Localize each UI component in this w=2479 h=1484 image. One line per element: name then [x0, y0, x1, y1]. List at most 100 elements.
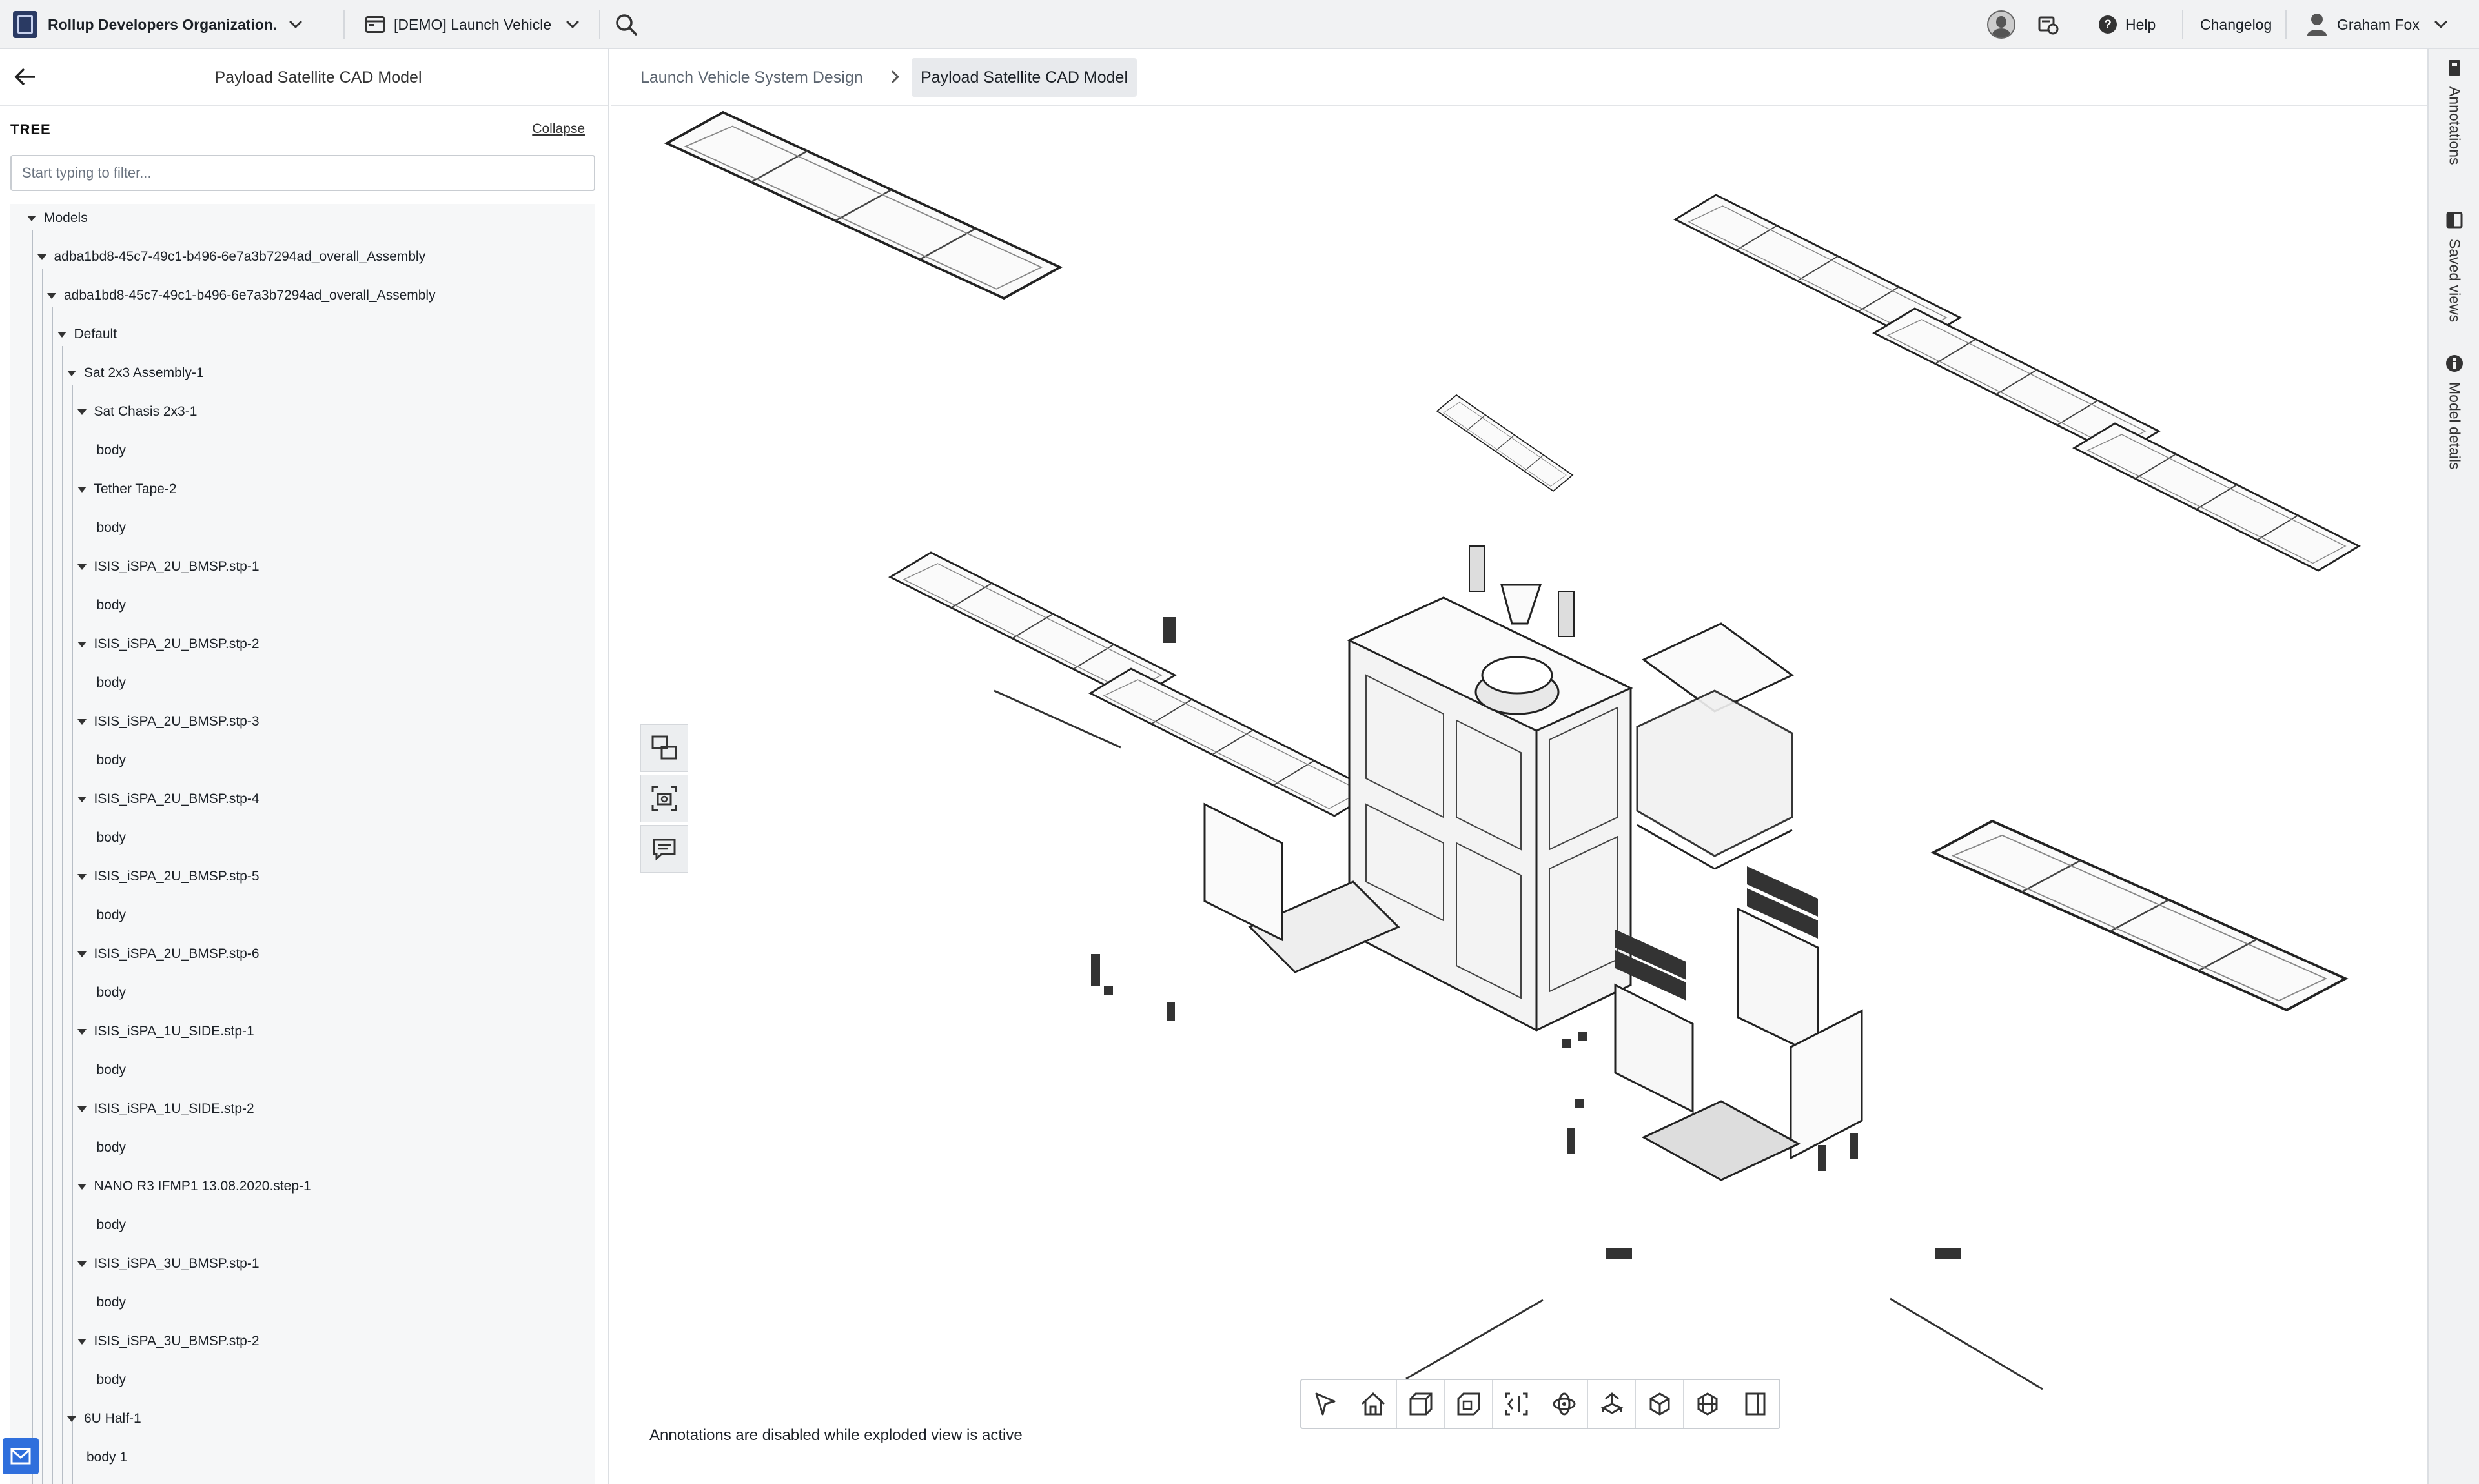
home-view-button[interactable]: [1349, 1380, 1397, 1428]
front-view-button[interactable]: [1397, 1380, 1445, 1428]
iso-view-button[interactable]: [1445, 1380, 1493, 1428]
tree-node-label: body: [96, 1295, 127, 1310]
tree-folder-node[interactable]: Sat 2x3 Assembly-1: [67, 360, 204, 386]
tree-folder-node[interactable]: Models: [27, 205, 88, 231]
caret-down-icon[interactable]: [77, 873, 87, 880]
caret-down-icon[interactable]: [77, 1261, 87, 1267]
collapse-link[interactable]: Collapse: [532, 121, 585, 137]
tree-folder-node[interactable]: ISIS_iSPA_2U_BMSP.stp-2: [77, 631, 260, 657]
camera-button[interactable]: [640, 775, 688, 822]
box-view-button[interactable]: [1636, 1380, 1684, 1428]
chevron-right-icon: [886, 70, 899, 83]
tree-leaf-node[interactable]: body: [97, 1367, 127, 1393]
tree-folder-node[interactable]: ISIS_iSPA_3U_BMSP.stp-1: [77, 1251, 260, 1277]
tree-folder-node[interactable]: adba1bd8-45c7-49c1-b496-6e7a3b7294ad_ove…: [47, 283, 436, 309]
tab-model-details[interactable]: Model details: [2429, 354, 2479, 470]
tree-leaf-node[interactable]: body: [97, 438, 127, 463]
tree-folder-node[interactable]: ISIS_iSPA_2U_BMSP.stp-3: [77, 709, 260, 735]
search-button[interactable]: [615, 0, 638, 49]
section-button[interactable]: [1684, 1380, 1731, 1428]
caret-down-icon[interactable]: [77, 951, 87, 957]
caret-down-icon[interactable]: [77, 1183, 87, 1190]
caret-down-icon[interactable]: [27, 215, 36, 221]
tree-node-label: body: [96, 1217, 127, 1232]
screenshot-compare-button[interactable]: [640, 724, 688, 772]
chevron-down-icon: [2434, 15, 2447, 28]
breadcrumb-parent[interactable]: Launch Vehicle System Design: [640, 49, 863, 106]
divider: [343, 10, 345, 39]
caret-down-icon[interactable]: [77, 1106, 87, 1112]
caret-down-icon[interactable]: [77, 1028, 87, 1035]
payload-box: [1636, 622, 1794, 870]
tree-leaf-node[interactable]: body: [97, 515, 127, 541]
caret-down-icon[interactable]: [67, 370, 76, 376]
tree-node-label: body: [96, 830, 127, 845]
tree-list: Models adba1bd8-45c7-49c1-b496-6e7a3b7294…: [10, 204, 595, 1484]
tree-folder-node[interactable]: 6U Half-1: [67, 1406, 141, 1432]
tree-folder-node[interactable]: adba1bd8-45c7-49c1-b496-6e7a3b7294ad_ove…: [37, 244, 425, 270]
tree-leaf-node[interactable]: body: [97, 593, 127, 618]
caret-down-icon[interactable]: [47, 292, 56, 299]
tree-folder-node[interactable]: ISIS_iSPA_2U_BMSP.stp-1: [77, 554, 260, 580]
caret-down-icon[interactable]: [77, 409, 87, 415]
tree-folder-node[interactable]: ISIS_iSPA_2U_BMSP.stp-5: [77, 864, 260, 889]
right-sidebar: Annotations Saved views Model details: [2427, 49, 2479, 1484]
tree-filter-input[interactable]: [10, 155, 595, 191]
tree-folder-node[interactable]: Default: [57, 321, 117, 347]
caret-down-icon[interactable]: [57, 331, 66, 338]
user-name: Graham Fox: [2337, 15, 2420, 33]
comment-button[interactable]: [640, 825, 688, 873]
tree-folder-node[interactable]: ISIS_iSPA_1U_SIDE.stp-2: [77, 1096, 254, 1122]
tree-node-label: body 1: [87, 1450, 128, 1465]
orbit-button[interactable]: [1540, 1380, 1588, 1428]
feedback-button[interactable]: [3, 1438, 39, 1474]
tree-node-label: ISIS_iSPA_2U_BMSP.stp-4: [94, 791, 260, 806]
search-icon: [616, 14, 637, 36]
tree-leaf-node[interactable]: body: [97, 1212, 127, 1238]
changelog-link[interactable]: Changelog: [2200, 0, 2272, 49]
tree-folder-node[interactable]: NANO R3 IFMP1 13.08.2020.step-1: [77, 1174, 311, 1199]
user-avatar-button[interactable]: [1987, 0, 2015, 49]
split-view-button[interactable]: [1731, 1380, 1779, 1428]
tree-leaf-node[interactable]: body: [97, 670, 127, 696]
tree-folder-node[interactable]: Sat Chasis 2x3-1: [77, 399, 198, 425]
tree-leaf-node[interactable]: body 1: [87, 1445, 127, 1470]
cad-viewport[interactable]: Annotations are disabled while exploded …: [611, 107, 2427, 1484]
tab-annotations-label: Annotations: [2446, 86, 2464, 165]
tree-folder-node[interactable]: ISIS_iSPA_3U_BMSP.stp-2: [77, 1328, 260, 1354]
tasks-button[interactable]: [2037, 0, 2059, 49]
tree-guide-line: [61, 346, 63, 1484]
tree-folder-node[interactable]: ISIS_iSPA_2U_BMSP.stp-4: [77, 786, 260, 812]
caret-down-icon[interactable]: [77, 641, 87, 647]
tree-leaf-node[interactable]: body: [97, 1057, 127, 1083]
tree-leaf-node[interactable]: body: [97, 1135, 127, 1161]
caret-down-icon[interactable]: [77, 564, 87, 570]
tree-leaf-node[interactable]: body: [97, 825, 127, 851]
user-menu[interactable]: Graham Fox: [2306, 0, 2447, 49]
exploded-satellite-model[interactable]: [611, 107, 2427, 1484]
tree-folder-node[interactable]: Tether Tape-2: [77, 476, 177, 502]
tree-node-label: body: [96, 598, 127, 613]
explode-button[interactable]: [1588, 1380, 1636, 1428]
tree-leaf-node[interactable]: body: [97, 747, 127, 773]
caret-down-icon[interactable]: [77, 1338, 87, 1345]
tree-leaf-node[interactable]: body: [97, 1290, 127, 1316]
tree-leaf-node[interactable]: body: [97, 980, 127, 1006]
select-tool-button[interactable]: [1301, 1380, 1349, 1428]
caret-down-icon[interactable]: [67, 1416, 76, 1422]
caret-down-icon[interactable]: [77, 796, 87, 802]
caret-down-icon[interactable]: [37, 254, 46, 260]
tree-node-label: Sat Chasis 2x3-1: [94, 404, 198, 419]
tree-folder-node[interactable]: ISIS_iSPA_2U_BMSP.stp-6: [77, 941, 260, 967]
caret-down-icon[interactable]: [77, 718, 87, 725]
svg-text:?: ?: [2104, 18, 2112, 32]
tab-saved-views[interactable]: Saved views: [2429, 210, 2479, 322]
tree-leaf-node[interactable]: body: [97, 902, 127, 928]
tab-annotations[interactable]: Annotations: [2429, 58, 2479, 165]
fit-view-button[interactable]: [1493, 1380, 1540, 1428]
tree-folder-node[interactable]: ISIS_iSPA_1U_SIDE.stp-1: [77, 1019, 254, 1044]
project-switcher[interactable]: [DEMO] Launch Vehicle: [365, 0, 580, 49]
org-switcher[interactable]: Rollup Developers Organization.: [13, 0, 303, 49]
help-link[interactable]: ? Help: [2098, 0, 2156, 49]
caret-down-icon[interactable]: [77, 486, 87, 493]
